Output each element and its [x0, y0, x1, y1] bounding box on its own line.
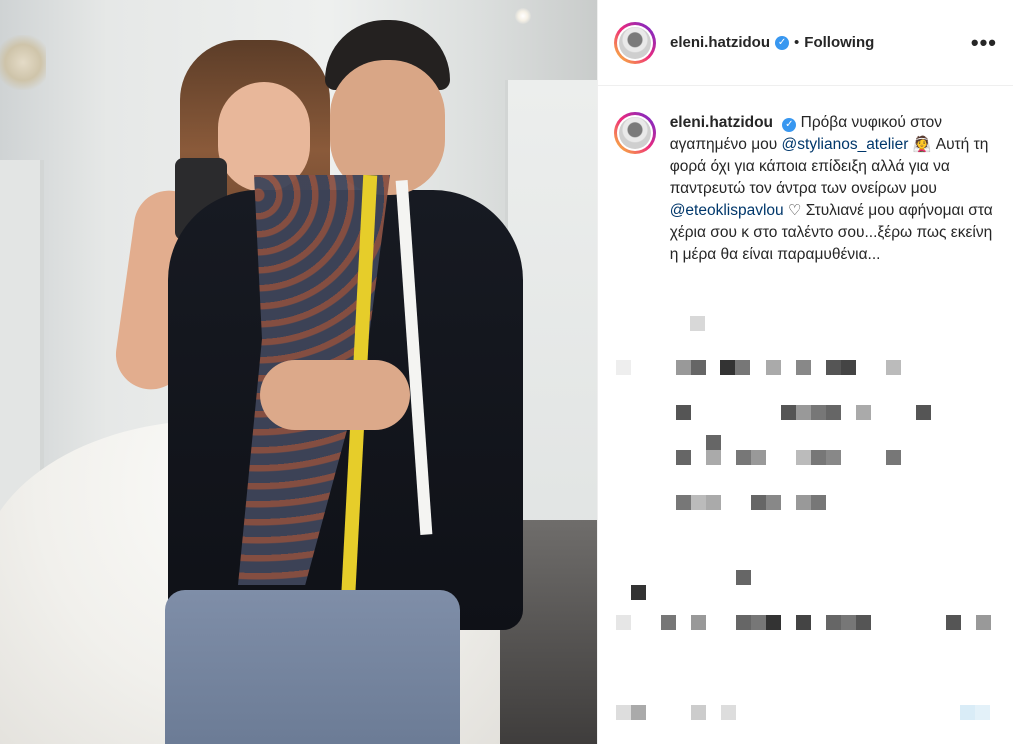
separator-dot: •: [794, 34, 800, 51]
avatar[interactable]: [614, 21, 656, 64]
chandelier: [0, 35, 46, 90]
hands: [260, 360, 410, 430]
following-button[interactable]: Following: [804, 34, 874, 51]
ceiling-lamp: [515, 8, 531, 24]
verified-badge-icon: ✓: [782, 118, 797, 132]
heart-emoji-icon: ♡: [787, 202, 802, 219]
caption-avatar[interactable]: [614, 112, 656, 154]
verified-badge-icon: ✓: [775, 35, 790, 50]
mention-eteoklispavlou[interactable]: @eteoklispavlou: [670, 202, 784, 219]
post-photo[interactable]: [0, 0, 597, 744]
caption-text: eleni.hatzidou ✓ Πρόβα νυφικού στον αγαπ…: [670, 112, 997, 266]
username-link[interactable]: eleni.hatzidou: [670, 34, 770, 51]
avatar-image: [618, 117, 651, 149]
man-face: [330, 60, 445, 195]
mention-stylianos-atelier[interactable]: @stylianos_atelier: [782, 136, 909, 153]
caption: eleni.hatzidou ✓ Πρόβα νυφικού στον αγαπ…: [598, 86, 1013, 266]
bride-emoji-icon: 👰: [912, 136, 932, 153]
post-side-panel: eleni.hatzidou ✓ • Following ••• eleni.h…: [597, 0, 1013, 744]
avatar-image: [619, 26, 651, 59]
post-header: eleni.hatzidou ✓ • Following •••: [598, 0, 1013, 86]
caption-username-link[interactable]: eleni.hatzidou: [670, 114, 773, 131]
pixelated-comments: [598, 300, 1013, 744]
jeans: [165, 590, 460, 744]
more-options-icon[interactable]: •••: [971, 30, 997, 56]
